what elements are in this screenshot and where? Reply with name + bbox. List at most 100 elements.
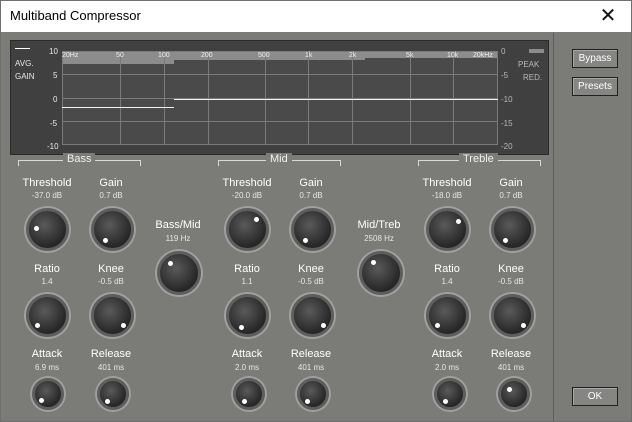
bass-knee-label: Knee: [98, 263, 124, 275]
bass-gain-value: 0.7 dB: [99, 191, 123, 200]
peak-label: PEAK: [518, 60, 540, 69]
mid-treble-crossover-knob[interactable]: [359, 251, 403, 295]
treble-gain-line: [365, 99, 498, 100]
knob-indicator: [35, 323, 40, 328]
bass-knee-value: -0.5 dB: [98, 277, 124, 286]
ok-button[interactable]: OK: [572, 387, 618, 406]
bass-attack-knob[interactable]: [32, 378, 64, 410]
treble-release-value: 401 ms: [497, 363, 525, 372]
left-scale-label: 10: [49, 47, 58, 56]
right-scale-label: -15: [501, 119, 513, 128]
treble-section-title: Treble: [459, 153, 498, 165]
freq-label: 200: [201, 52, 213, 59]
treble-knee-knob[interactable]: [491, 294, 534, 337]
mid-attack-knob[interactable]: [233, 378, 265, 410]
treble-release-knob[interactable]: [498, 378, 530, 410]
grid-line: [62, 51, 498, 52]
mid-threshold-knob[interactable]: [226, 208, 269, 251]
section-tick: [140, 160, 141, 166]
presets-button[interactable]: Presets: [572, 77, 618, 96]
freq-label: 1k: [305, 52, 313, 59]
section-tick: [340, 160, 341, 166]
knob-indicator: [443, 399, 448, 404]
bass-mid-crossover-value: 119 Hz: [165, 234, 191, 243]
spectrum-grid: 20Hz 50 100 200 500 1k 2k 5k 10k 20kHz: [62, 51, 498, 145]
treble-release-label: Release: [490, 348, 532, 360]
grid-line: [62, 74, 498, 75]
freq-label: 10k: [447, 52, 459, 59]
treble-threshold-knob[interactable]: [426, 208, 469, 251]
bass-release-knob[interactable]: [97, 378, 129, 410]
freq-label: 2k: [349, 52, 357, 59]
bass-threshold-knob[interactable]: [26, 208, 69, 251]
knob-indicator: [168, 261, 173, 266]
mid-gain-label: Gain: [299, 177, 323, 189]
knob-indicator: [34, 226, 39, 231]
treble-gain-knob[interactable]: [491, 208, 534, 251]
bass-mid-crossover-label: Bass/Mid: [155, 219, 201, 231]
knob-indicator: [254, 217, 259, 222]
left-scale-label: 0: [53, 95, 58, 104]
side-panel: Bypass Presets OK: [553, 33, 631, 421]
freq-label: 100: [158, 52, 170, 59]
mid-ratio-knob[interactable]: [226, 294, 269, 337]
bass-gain-knob[interactable]: [91, 208, 134, 251]
section-tick: [218, 160, 219, 166]
knob-indicator: [39, 398, 44, 403]
grid-line: [62, 121, 498, 122]
mid-release-label: Release: [290, 348, 332, 360]
left-scale-label: 5: [53, 71, 58, 80]
knob-indicator: [503, 238, 508, 243]
red-label: RED.: [523, 73, 543, 82]
treble-attack-knob[interactable]: [434, 378, 466, 410]
bypass-button[interactable]: Bypass: [572, 49, 618, 68]
knob-indicator: [456, 219, 461, 224]
bass-mid-crossover-knob[interactable]: [157, 251, 201, 295]
treble-ratio-knob[interactable]: [426, 294, 469, 337]
avg-label: AVG.: [15, 59, 34, 68]
freq-label: 500: [258, 52, 270, 59]
mid-gain-value: 0.7 dB: [299, 191, 323, 200]
mid-release-knob[interactable]: [297, 378, 329, 410]
mid-knee-knob[interactable]: [291, 294, 334, 337]
mid-release-value: 401 ms: [297, 363, 325, 372]
freq-label: 50: [116, 52, 124, 59]
mid-section-title: Mid: [266, 153, 292, 165]
bass-gain-line: [62, 107, 174, 108]
knob-indicator: [303, 238, 308, 243]
meter-display: AVG. GAIN 10 5 0 -5 -10 PEAK RED. 0 -5 -…: [10, 40, 549, 155]
freq-label: 20kHz: [473, 52, 493, 59]
knob-indicator: [507, 387, 512, 392]
treble-gain-value: 0.7 dB: [499, 191, 523, 200]
mid-gain-knob[interactable]: [291, 208, 334, 251]
bass-section-title: Bass: [63, 153, 96, 165]
section-tick: [540, 160, 541, 166]
treble-gain-label: Gain: [499, 177, 523, 189]
right-scale-label: -10: [501, 95, 513, 104]
close-icon[interactable]: ✕: [585, 1, 631, 32]
right-scale-label: 0: [501, 47, 506, 56]
knob-indicator: [239, 325, 244, 330]
knob-indicator: [321, 323, 326, 328]
knob-indicator: [121, 323, 126, 328]
mid-treble-crossover-value: 2508 Hz: [364, 234, 394, 243]
treble-knee-value: -0.5 dB: [498, 277, 524, 286]
treble-knee-label: Knee: [498, 263, 524, 275]
bass-release-value: 401 ms: [97, 363, 125, 372]
section-tick: [18, 160, 19, 166]
gain-label: GAIN: [15, 72, 35, 81]
title-bar: Multiband Compressor ✕: [1, 1, 631, 32]
right-scale-label: -5: [501, 71, 509, 80]
knob-indicator: [521, 323, 526, 328]
knob-indicator: [305, 399, 310, 404]
window-title: Multiband Compressor: [10, 8, 141, 23]
freq-label: 5k: [406, 52, 414, 59]
bass-knee-knob[interactable]: [91, 294, 134, 337]
bass-gain-label: Gain: [99, 177, 123, 189]
grid-line: [62, 144, 498, 145]
mid-gain-line: [174, 99, 365, 100]
bass-ratio-knob[interactable]: [26, 294, 69, 337]
knob-indicator: [103, 238, 108, 243]
peak-red-legend-bar: [529, 49, 544, 53]
bass-release-label: Release: [90, 348, 132, 360]
